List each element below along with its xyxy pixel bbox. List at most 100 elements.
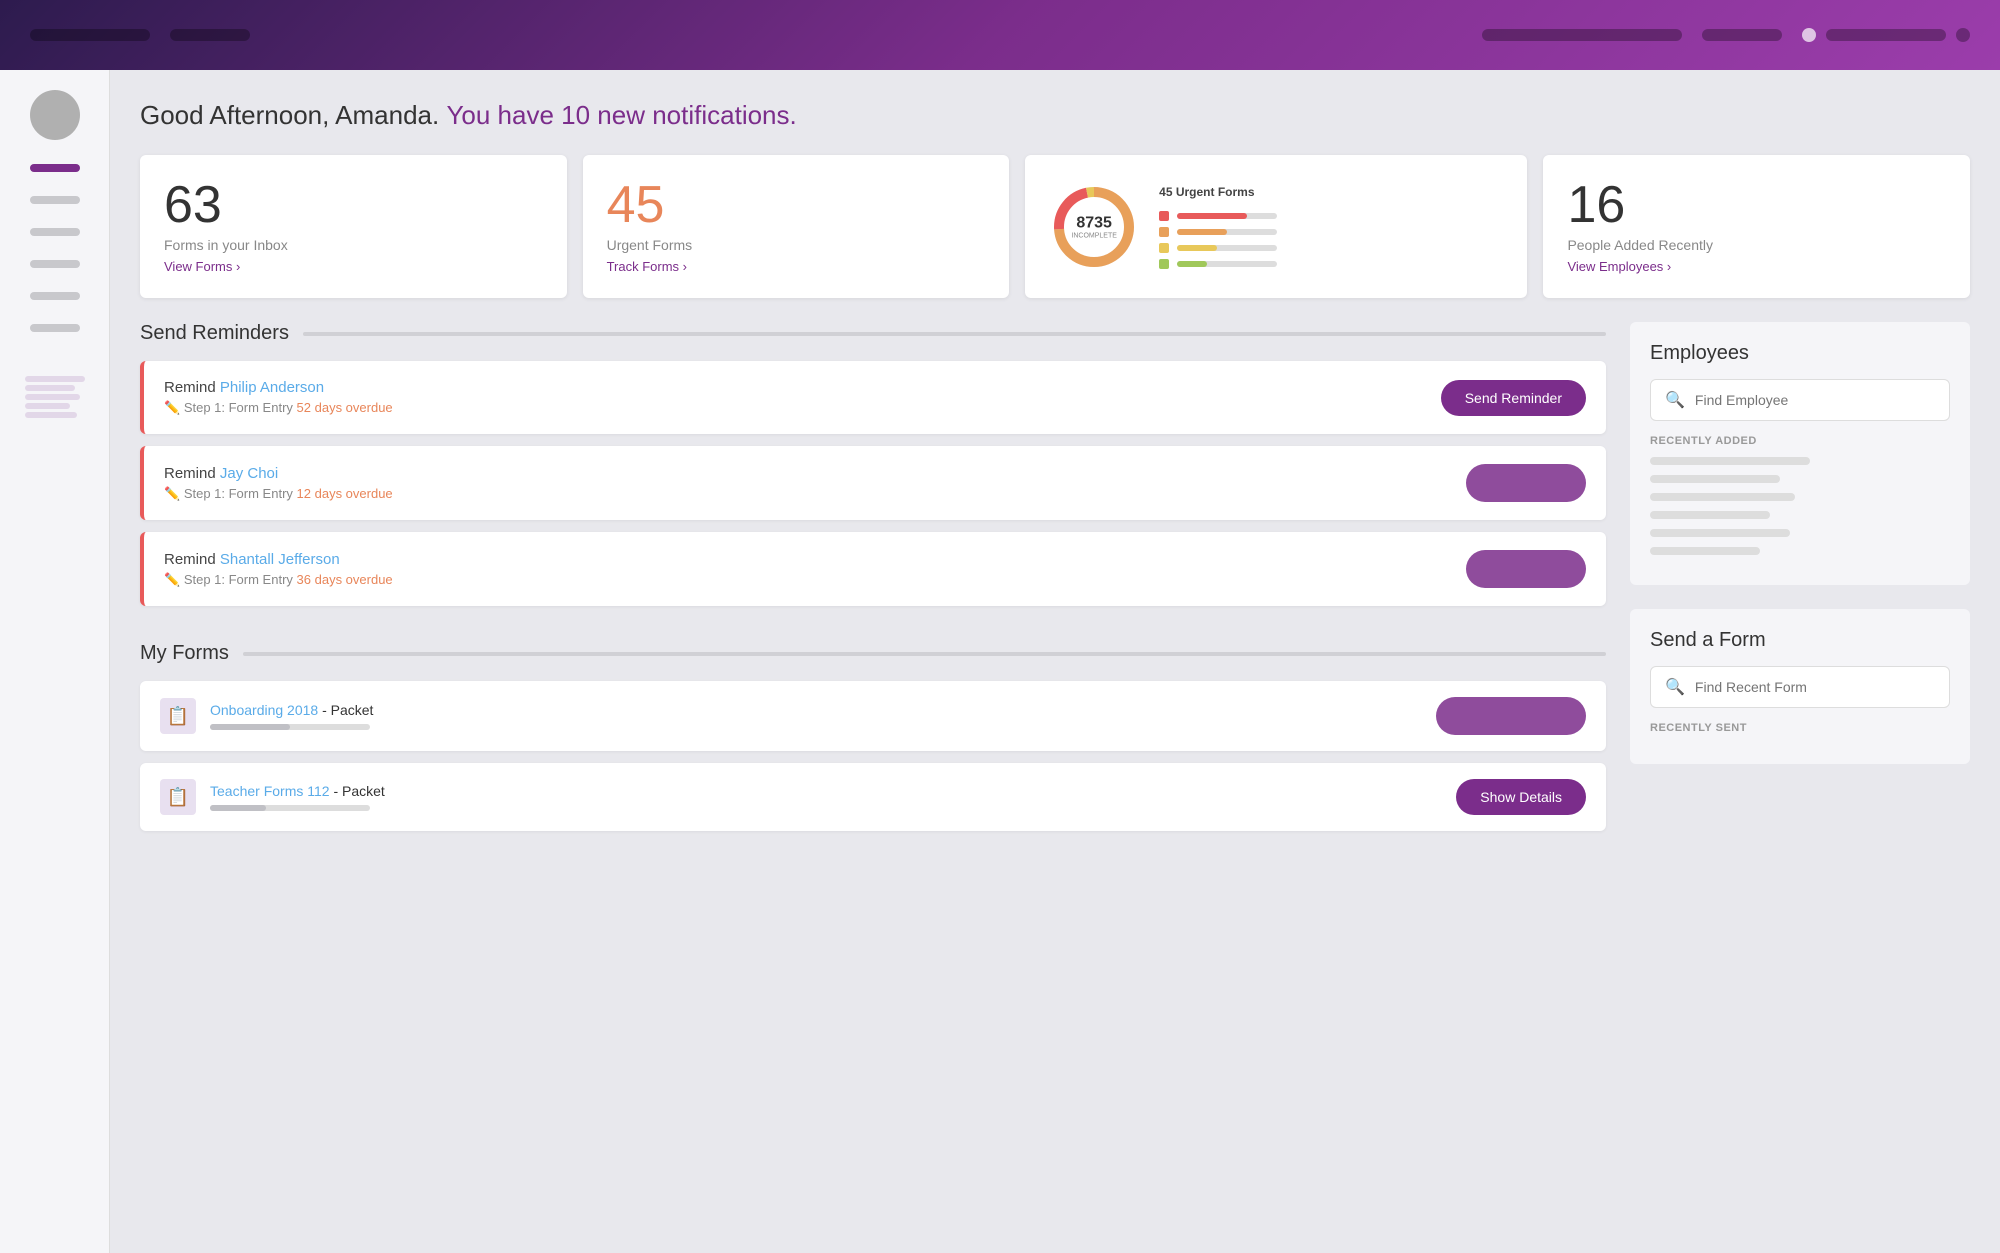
employee-search-box[interactable]: 🔍 — [1650, 379, 1950, 421]
skeleton-1 — [1650, 457, 1810, 465]
urgent-number: 45 — [607, 179, 986, 231]
nav-item-1[interactable] — [30, 29, 150, 41]
urgent-link[interactable]: Track Forms › — [607, 259, 986, 274]
legend-bar-3 — [1177, 245, 1277, 251]
nav-dot — [1802, 28, 1816, 42]
form-search-box[interactable]: 🔍 — [1650, 666, 1950, 708]
form-info-2: Teacher Forms 112 - Packet — [210, 783, 1456, 811]
legend-dot-4 — [1159, 259, 1169, 269]
reminder-name-2: Jay Choi — [220, 465, 278, 482]
reminder-item-1: Remind Philip Anderson ✏️ Step 1: Form E… — [140, 361, 1606, 434]
form-item-1: 📋 Onboarding 2018 - Packet — [140, 681, 1606, 751]
sidebar-decoration — [25, 376, 85, 418]
skeleton-5 — [1650, 529, 1790, 537]
stats-row: 63 Forms in your Inbox View Forms › 45 U… — [140, 155, 1970, 298]
reminder-step-2: ✏️ Step 1: Form Entry 12 days overdue — [164, 486, 393, 502]
form-search-input[interactable] — [1695, 679, 1935, 695]
reminder-item-3: Remind Shantall Jefferson ✏️ Step 1: For… — [140, 532, 1606, 606]
left-panel: Send Reminders Remind Philip Anderson ✏️… — [140, 322, 1606, 843]
reminder-name-1: Philip Anderson — [220, 379, 324, 396]
sidebar-item-6[interactable] — [30, 324, 80, 332]
send-reminder-button-3[interactable] — [1466, 550, 1586, 588]
reminder-info-3: Remind Shantall Jefferson ✏️ Step 1: For… — [164, 551, 393, 588]
employees-title: Employees — [1650, 342, 1950, 365]
inbox-link[interactable]: View Forms › — [164, 259, 543, 274]
stat-card-inbox: 63 Forms in your Inbox View Forms › — [140, 155, 567, 298]
reminder-item-2: Remind Jay Choi ✏️ Step 1: Form Entry 12… — [140, 446, 1606, 520]
form-info-1: Onboarding 2018 - Packet — [210, 702, 1436, 730]
nav-item-2[interactable] — [170, 29, 250, 41]
stat-card-urgent: 45 Urgent Forms Track Forms › — [583, 155, 1010, 298]
reminder-text-2: Remind Jay Choi — [164, 465, 393, 482]
form-progress-2 — [210, 805, 370, 811]
donut-number: 8735 — [1071, 214, 1117, 232]
legend-title: 45 Urgent Forms — [1159, 185, 1277, 199]
people-link[interactable]: View Employees › — [1567, 259, 1946, 274]
right-panel: Employees 🔍 RECENTLY ADDED Send a Form — [1630, 322, 1970, 843]
skeleton-2 — [1650, 475, 1780, 483]
reminder-overdue-3: 36 days overdue — [297, 572, 393, 587]
people-number: 16 — [1567, 179, 1946, 231]
inbox-number: 63 — [164, 179, 543, 231]
content-row: Send Reminders Remind Philip Anderson ✏️… — [140, 322, 1970, 843]
legend-dot-3 — [1159, 243, 1169, 253]
inbox-label: Forms in your Inbox — [164, 237, 543, 253]
sidebar-item-4[interactable] — [30, 260, 80, 268]
donut-legend: 45 Urgent Forms — [1159, 185, 1277, 269]
recently-sent-label: RECENTLY SENT — [1650, 722, 1950, 734]
legend-bar-2 — [1177, 229, 1277, 235]
myforms-header: My Forms — [140, 642, 1606, 665]
main-content: Good Afternoon, Amanda. You have 10 new … — [110, 70, 2000, 1253]
sidebar-item-3[interactable] — [30, 228, 80, 236]
urgent-label: Urgent Forms — [607, 237, 986, 253]
nav-item-5[interactable] — [1826, 29, 1946, 41]
skeleton-4 — [1650, 511, 1770, 519]
greeting-text: Good Afternoon, Amanda. — [140, 100, 439, 130]
remind-prefix-2: Remind — [164, 465, 220, 482]
legend-item-2 — [1159, 227, 1277, 237]
legend-bar-4 — [1177, 261, 1277, 267]
form-action-button-2[interactable]: Show Details — [1456, 779, 1586, 815]
reminders-line — [303, 332, 1606, 336]
send-reminder-button-2[interactable] — [1466, 464, 1586, 502]
top-navigation — [0, 0, 2000, 70]
stat-card-donut: 8735 INCOMPLETE 45 Urgent Forms — [1025, 155, 1527, 298]
send-form-panel: Send a Form 🔍 RECENTLY SENT — [1630, 609, 1970, 764]
myforms-line — [243, 652, 1606, 656]
sidebar-item-5[interactable] — [30, 292, 80, 300]
legend-dot-1 — [1159, 211, 1169, 221]
sidebar-item-2[interactable] — [30, 196, 80, 204]
reminder-info-2: Remind Jay Choi ✏️ Step 1: Form Entry 12… — [164, 465, 393, 502]
form-progress-fill-1 — [210, 724, 290, 730]
form-progress-fill-2 — [210, 805, 266, 811]
donut-chart: 8735 INCOMPLETE — [1049, 182, 1139, 272]
legend-bar-1 — [1177, 213, 1277, 219]
form-search-icon: 🔍 — [1665, 677, 1685, 697]
form-icon-2: 📋 — [160, 779, 196, 815]
reminder-overdue-2: 12 days overdue — [297, 486, 393, 501]
reminder-overdue-1: 52 days overdue — [297, 400, 393, 415]
form-item-2: 📋 Teacher Forms 112 - Packet Show Detail… — [140, 763, 1606, 831]
donut-center: 8735 INCOMPLETE — [1071, 214, 1117, 239]
reminder-text-3: Remind Shantall Jefferson — [164, 551, 393, 568]
employees-panel: Employees 🔍 RECENTLY ADDED — [1630, 322, 1970, 585]
sidebar — [0, 70, 110, 1253]
legend-item-3 — [1159, 243, 1277, 253]
reminder-name-3: Shantall Jefferson — [220, 551, 340, 568]
greeting: Good Afternoon, Amanda. You have 10 new … — [140, 100, 1970, 131]
nav-item-3[interactable] — [1482, 29, 1682, 41]
reminder-step-1: ✏️ Step 1: Form Entry 52 days overdue — [164, 400, 393, 416]
reminder-text-1: Remind Philip Anderson — [164, 379, 393, 396]
employee-search-input[interactable] — [1695, 392, 1935, 408]
form-action-button-1[interactable] — [1436, 697, 1586, 735]
send-reminder-button-1[interactable]: Send Reminder — [1441, 380, 1586, 416]
reminders-title: Send Reminders — [140, 322, 289, 345]
legend-item-1 — [1159, 211, 1277, 221]
form-name-1: Onboarding 2018 - Packet — [210, 702, 1436, 718]
nav-item-6[interactable] — [1956, 28, 1970, 42]
sidebar-item-active[interactable] — [30, 164, 80, 172]
send-form-title: Send a Form — [1650, 629, 1950, 652]
form-name-2: Teacher Forms 112 - Packet — [210, 783, 1456, 799]
reminders-section: Send Reminders Remind Philip Anderson ✏️… — [140, 322, 1606, 618]
nav-item-4[interactable] — [1702, 29, 1782, 41]
